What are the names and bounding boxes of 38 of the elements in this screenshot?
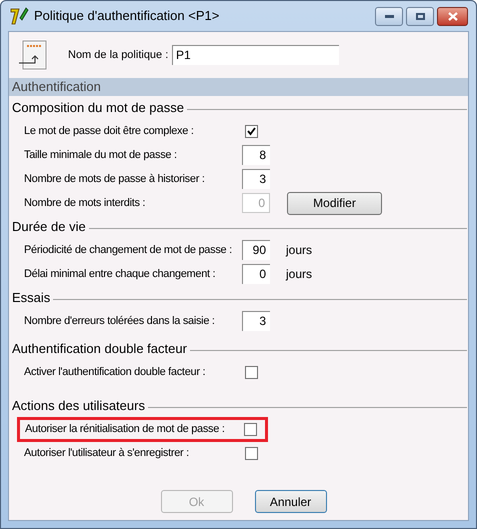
app-logo-icon [9,6,29,26]
group-title: Actions des utilisateurs [12,397,145,416]
group-title: Composition du mot de passe [12,99,184,118]
checkmark-icon [247,126,256,136]
window-title: Politique d'authentification <P1> [34,7,220,26]
field-label: Périodicité de changement de mot de passe : [24,242,233,258]
maximize-button[interactable] [406,6,434,26]
close-icon [448,12,458,20]
number-field[interactable]: 0 [242,264,270,284]
section-band: Authentification [9,78,468,96]
field-label: Délai minimal entre chaque changement : [24,266,216,282]
dialog-button[interactable]: Annuler [254,490,326,513]
close-button[interactable] [437,6,468,26]
field-label: Le mot de passe doit être complexe : [24,124,195,139]
unit-label: jours [286,266,312,283]
number-field[interactable]: 3 [242,169,270,189]
field-label: Nombre d'erreurs tolérées dans la saisie : [24,314,216,329]
policy-name-label: Nom de la politique : [68,48,170,63]
group-title: Durée de vie [12,218,86,236]
field-label: Activer l'authentification double facteur : [24,364,206,380]
field-label: Autoriser la rénitialisation de mot de passe : [25,422,226,437]
number-field[interactable]: 8 [242,145,270,165]
checkbox[interactable] [245,446,258,460]
policy-name-field[interactable]: P1 [172,45,339,65]
minimize-button[interactable] [375,6,403,26]
field-label: Taille minimale du mot de passe : [24,148,178,163]
checkbox[interactable] [245,366,258,378]
checkbox[interactable] [245,124,258,138]
group-title: Essais [12,289,50,308]
field-label: Nombre de mots interdits : [24,196,146,211]
number-field[interactable]: 3 [242,311,270,331]
number-field[interactable]: 90 [242,240,270,260]
checkbox[interactable] [244,422,257,436]
field-label: Autoriser l'utilisateur à s'enregistrer : [24,446,190,461]
policy-document-icon [19,40,47,70]
unit-label: jours [286,242,312,259]
field-label: Nombre de mots de passe à historiser : [24,172,206,187]
group-title: Authentification double facteur [12,340,187,358]
